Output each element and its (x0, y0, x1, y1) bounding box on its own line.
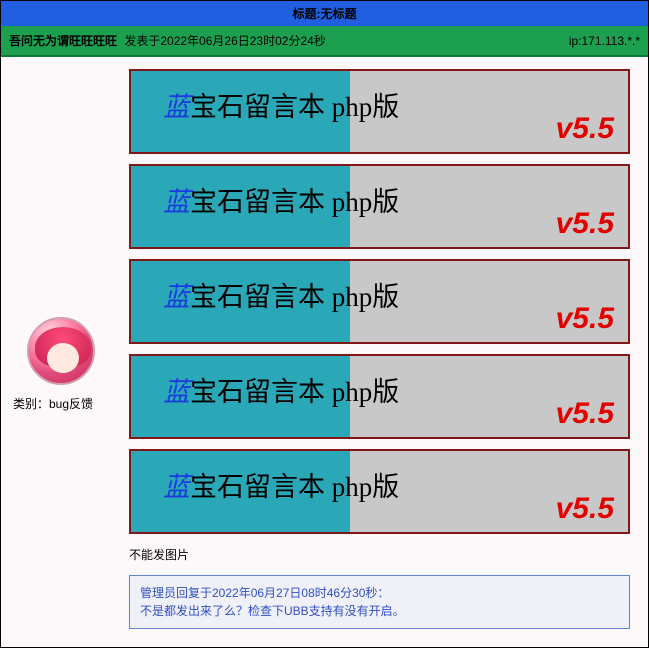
avatar (27, 317, 95, 385)
banner-title-rest: 宝石留言本 php版 (190, 92, 399, 122)
banner-title-blue: 蓝 (163, 377, 190, 407)
reply-body: 不是都发出来了么？检查下UBB支持有没有开启。 (140, 602, 619, 620)
post-time: 发表于2022年06月26日23时02分24秒 (124, 34, 325, 48)
banner-title-rest: 宝石留言本 php版 (190, 472, 399, 502)
banner-title: 蓝宝石留言本 php版 (163, 180, 399, 219)
sidebar: 类别：bug反馈 (1, 57, 121, 647)
body-wrap: 类别：bug反馈 蓝宝石留言本 php版 v5.5 蓝宝石留言本 php版 v5… (1, 57, 648, 647)
banner-image: 蓝宝石留言本 php版 v5.5 (129, 259, 630, 344)
guestbook-entry: 标题:无标题 吾问无为谓旺旺旺旺 发表于2022年06月26日23时02分24秒… (0, 0, 649, 648)
banner-image: 蓝宝石留言本 php版 v5.5 (129, 164, 630, 249)
title-bar: 标题:无标题 (1, 1, 648, 26)
ip-address: ip:171.113.*.* (569, 34, 640, 48)
banner-title-blue: 蓝 (163, 472, 190, 502)
banner-version: v5.5 (556, 302, 614, 336)
message-text: 不能发图片 (129, 546, 630, 563)
banner-image: 蓝宝石留言本 php版 v5.5 (129, 354, 630, 439)
content-area: 蓝宝石留言本 php版 v5.5 蓝宝石留言本 php版 v5.5 蓝宝石留言本… (121, 57, 648, 647)
banner-title-blue: 蓝 (163, 187, 190, 217)
banner-version: v5.5 (556, 112, 614, 146)
banner-image: 蓝宝石留言本 php版 v5.5 (129, 69, 630, 154)
banner-title-blue: 蓝 (163, 92, 190, 122)
author-name: 吾问无为谓旺旺旺旺 (9, 34, 117, 48)
banner-title-rest: 宝石留言本 php版 (190, 377, 399, 407)
banner-version: v5.5 (556, 207, 614, 241)
meta-bar: 吾问无为谓旺旺旺旺 发表于2022年06月26日23时02分24秒 ip:171… (1, 26, 648, 57)
banner-image: 蓝宝石留言本 php版 v5.5 (129, 449, 630, 534)
banner-title-rest: 宝石留言本 php版 (190, 282, 399, 312)
banner-title-blue: 蓝 (163, 282, 190, 312)
banner-title-rest: 宝石留言本 php版 (190, 187, 399, 217)
admin-reply-box: 管理员回复于2022年06月27日08时46分30秒： 不是都发出来了么？检查下… (129, 575, 630, 629)
banner-title: 蓝宝石留言本 php版 (163, 275, 399, 314)
banner-title: 蓝宝石留言本 php版 (163, 370, 399, 409)
banner-version: v5.5 (556, 492, 614, 526)
banner-title: 蓝宝石留言本 php版 (163, 85, 399, 124)
meta-left: 吾问无为谓旺旺旺旺 发表于2022年06月26日23时02分24秒 (9, 32, 326, 49)
banner-title: 蓝宝石留言本 php版 (163, 465, 399, 504)
category-label: 类别：bug反馈 (5, 395, 93, 412)
banner-version: v5.5 (556, 397, 614, 431)
reply-header: 管理员回复于2022年06月27日08时46分30秒： (140, 584, 619, 602)
